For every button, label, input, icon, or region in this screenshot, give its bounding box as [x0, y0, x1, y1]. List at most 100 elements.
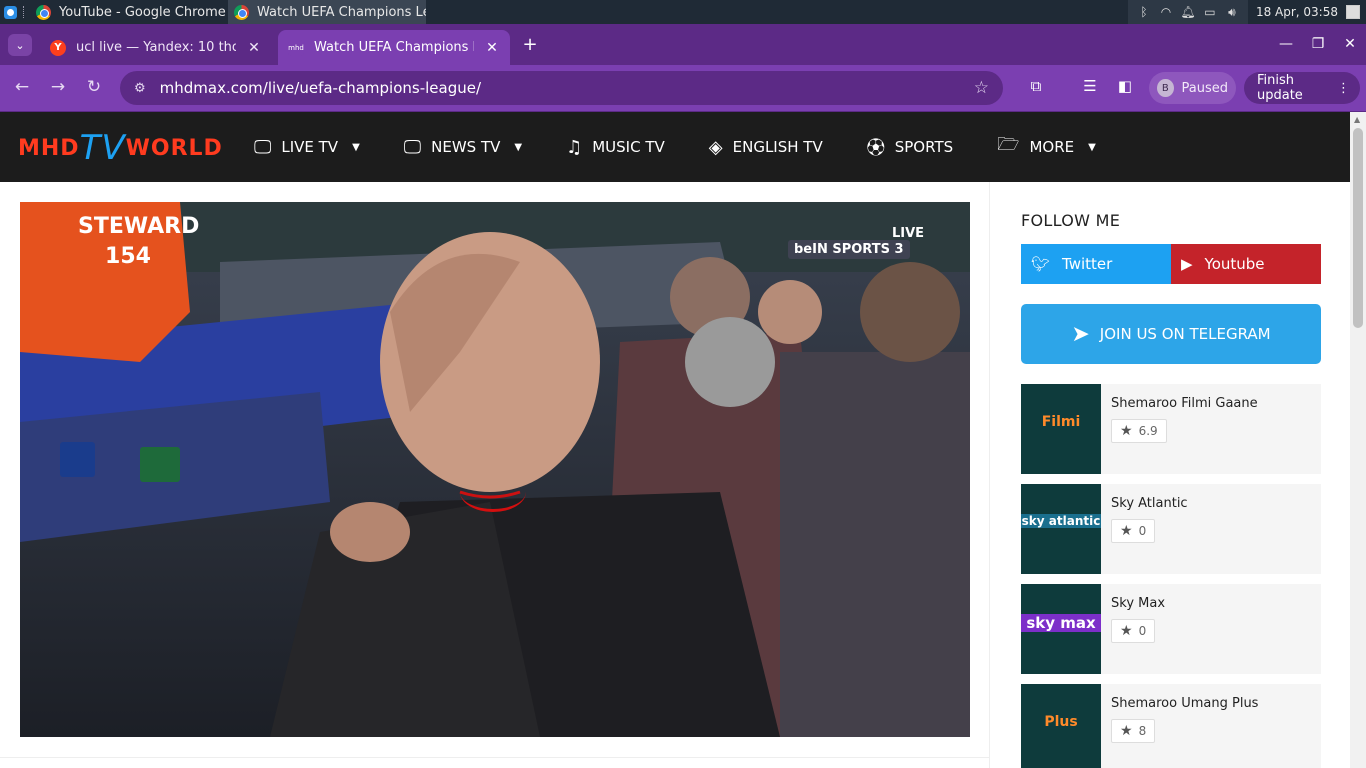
- channel-name[interactable]: Sky Max: [1111, 596, 1311, 611]
- channel-card[interactable]: Plus Shemaroo Umang Plus ★ 8: [1021, 684, 1321, 768]
- web-page: MHD TV WORLD 🖵 LIVE TV ▼ 🖵 NEWS TV ▼ ♫ M…: [0, 112, 1350, 768]
- star-icon: ★: [1120, 723, 1133, 739]
- video-player[interactable]: STEWARD 154 LIVE beIN SPORTS 3: [20, 202, 970, 737]
- rating-badge: ★ 6.9: [1111, 419, 1167, 443]
- start-menu-button[interactable]: [0, 0, 20, 24]
- rating-badge: ★ 0: [1111, 519, 1156, 543]
- youtube-label: Youtube: [1204, 255, 1265, 273]
- window-controls: — ❐ ✕: [1270, 32, 1366, 56]
- youtube-icon: ▶: [1181, 255, 1193, 273]
- thumbnail-text: Filmi: [1041, 414, 1081, 430]
- star-icon: ★: [1120, 623, 1133, 639]
- taskbar-window-title: YouTube - Google Chrome: [59, 4, 226, 20]
- channel-name[interactable]: Shemaroo Filmi Gaane: [1111, 396, 1311, 411]
- taskbar-window-uefa[interactable]: Watch UEFA Champions Lea...: [228, 0, 426, 24]
- restore-icon[interactable]: ❐: [1302, 32, 1334, 56]
- menu-music-tv[interactable]: ♫ MUSIC TV: [566, 137, 665, 158]
- bell-icon[interactable]: 🔔︎: [1180, 5, 1196, 19]
- profile-button[interactable]: B Paused: [1149, 72, 1236, 104]
- tab-title: ucl live — Yandex: 10 thousand: [76, 40, 236, 55]
- menu-live-tv[interactable]: 🖵 LIVE TV ▼: [254, 137, 360, 158]
- channel-name[interactable]: Shemaroo Umang Plus: [1111, 696, 1311, 711]
- scrollbar-thumb[interactable]: [1353, 128, 1363, 328]
- kebab-menu-icon[interactable]: ⋮: [1337, 81, 1350, 96]
- finish-update-label: Finish update: [1257, 73, 1303, 103]
- star-icon: ★: [1120, 523, 1133, 539]
- folder-icon: 🗁: [997, 134, 1020, 155]
- site-navbar: MHD TV WORLD 🖵 LIVE TV ▼ 🖵 NEWS TV ▼ ♫ M…: [0, 112, 1350, 182]
- twitter-icon: 🐦︎: [1031, 255, 1051, 273]
- close-window-icon[interactable]: ✕: [1334, 32, 1366, 56]
- bluetooth-icon[interactable]: ᛒ: [1136, 5, 1152, 19]
- volume-icon[interactable]: 🔊︎: [1224, 5, 1240, 20]
- bi-icon: ◈: [708, 136, 723, 158]
- browser-window: ⌄ Y ucl live — Yandex: 10 thousand ✕ mhd…: [0, 24, 1366, 112]
- wifi-icon[interactable]: ◠: [1158, 5, 1174, 19]
- youtube-button[interactable]: ▶ Youtube: [1171, 244, 1321, 284]
- menu-label: SPORTS: [894, 138, 954, 156]
- reload-icon[interactable]: ↻: [82, 77, 106, 97]
- bookmark-star-icon[interactable]: ☆: [974, 78, 989, 98]
- twitter-label: Twitter: [1062, 255, 1113, 273]
- show-desktop-button[interactable]: [1346, 5, 1360, 19]
- profile-status: Paused: [1181, 80, 1228, 96]
- telegram-button[interactable]: ➤ JOIN US ON TELEGRAM: [1021, 304, 1321, 364]
- chrome-icon: [36, 4, 51, 20]
- tab-search-button[interactable]: ⌄: [8, 34, 32, 56]
- channel-thumbnail: sky atlantic: [1021, 484, 1101, 574]
- rating-badge: ★ 0: [1111, 619, 1156, 643]
- content-divider: [0, 757, 989, 758]
- channel-card[interactable]: Filmi Shemaroo Filmi Gaane ★ 6.9: [1021, 384, 1321, 474]
- os-taskbar: YouTube - Google Chrome Watch UEFA Champ…: [0, 0, 1366, 24]
- battery-icon[interactable]: ▭: [1202, 5, 1218, 19]
- reading-list-icon[interactable]: ☰: [1079, 77, 1101, 95]
- loading-spinner: [460, 472, 526, 512]
- address-bar[interactable]: ⚙ mhdmax.com/live/uefa-champions-league/…: [120, 71, 1003, 105]
- channel-card[interactable]: sky atlantic Sky Atlantic ★ 0: [1021, 484, 1321, 574]
- clock[interactable]: 18 Apr, 03:58: [1248, 5, 1346, 19]
- channel-card[interactable]: sky max Sky Max ★ 0: [1021, 584, 1321, 674]
- site-info-icon[interactable]: ⚙: [134, 81, 146, 96]
- menu-sports[interactable]: ⚽︎ SPORTS: [867, 134, 953, 160]
- music-icon: ♫: [566, 136, 583, 158]
- yandex-favicon-icon: Y: [50, 39, 66, 56]
- minimize-icon[interactable]: —: [1270, 32, 1302, 56]
- tab-uefa[interactable]: mhd Watch UEFA Champions League ✕: [278, 30, 510, 65]
- video-frame: [20, 202, 970, 737]
- channel-thumbnail: Plus: [1021, 684, 1101, 768]
- monitor-icon: 🖵: [403, 136, 422, 158]
- rating-value: 6.9: [1138, 424, 1158, 438]
- extensions-icon[interactable]: ⧉: [1025, 77, 1047, 95]
- logo-mhd: MHD: [18, 135, 80, 161]
- site-logo[interactable]: MHD TV WORLD: [18, 128, 223, 168]
- tab-title: Watch UEFA Champions League: [314, 40, 474, 55]
- menu-more[interactable]: 🗁 MORE ▼: [997, 132, 1096, 162]
- page-scrollbar[interactable]: ▲: [1350, 112, 1366, 768]
- thumbnail-text: sky max: [1021, 614, 1101, 632]
- close-tab-icon[interactable]: ✕: [246, 40, 262, 56]
- menu-english-tv[interactable]: ◈ ENGLISH TV: [709, 137, 823, 158]
- caret-down-icon: ▼: [352, 141, 360, 153]
- live-label: LIVE: [892, 226, 925, 241]
- scroll-up-icon[interactable]: ▲: [1354, 115, 1360, 124]
- menu-label: MORE: [1029, 138, 1075, 156]
- menu-news-tv[interactable]: 🖵 NEWS TV ▼: [404, 137, 522, 158]
- twitter-button[interactable]: 🐦︎ Twitter: [1021, 244, 1171, 284]
- avatar: B: [1157, 79, 1174, 97]
- url-text[interactable]: mhdmax.com/live/uefa-champions-league/: [160, 79, 960, 97]
- star-icon: ★: [1120, 423, 1133, 439]
- finish-update-button[interactable]: Finish update ⋮: [1244, 72, 1360, 104]
- channel-thumbnail: Filmi: [1021, 384, 1101, 474]
- close-tab-icon[interactable]: ✕: [484, 40, 500, 56]
- forward-icon[interactable]: →: [46, 77, 70, 97]
- side-panel-icon[interactable]: ◧: [1114, 77, 1136, 95]
- taskbar-separator: [23, 6, 27, 18]
- channel-name[interactable]: Sky Atlantic: [1111, 496, 1311, 511]
- rating-badge: ★ 8: [1111, 719, 1156, 743]
- taskbar-window-youtube[interactable]: YouTube - Google Chrome: [30, 0, 228, 24]
- tab-strip: ⌄ Y ucl live — Yandex: 10 thousand ✕ mhd…: [0, 24, 1366, 65]
- new-tab-button[interactable]: +: [518, 34, 542, 56]
- back-icon[interactable]: ←: [10, 77, 34, 97]
- thumbnail-text: Plus: [1044, 714, 1078, 730]
- tab-yandex[interactable]: Y ucl live — Yandex: 10 thousand ✕: [40, 30, 272, 65]
